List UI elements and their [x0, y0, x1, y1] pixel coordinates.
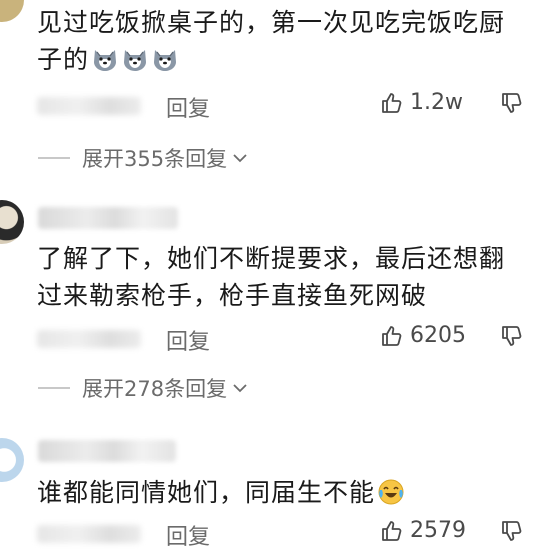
dislike-button[interactable] [500, 91, 524, 119]
chevron-down-icon [231, 149, 249, 167]
comment-actions: 回复 2579 [0, 517, 554, 551]
thumbs-up-icon [380, 324, 404, 348]
comment-meta-blurred [37, 525, 141, 543]
expand-replies-label: 展开355条回复 [82, 147, 228, 171]
like-button[interactable]: 1.2w [380, 90, 463, 115]
avatar[interactable] [0, 438, 24, 482]
avatar[interactable] [0, 200, 24, 244]
comment-text: 见过吃饭掀桌子的，第一次见吃完饭吃厨 子的 [37, 4, 537, 78]
dog-emoji-icon [91, 45, 119, 73]
thumbs-up-icon [380, 91, 404, 115]
expand-replies-label: 展开278条回复 [82, 377, 228, 401]
reply-button[interactable]: 回复 [166, 519, 210, 551]
reply-button[interactable]: 回复 [166, 91, 210, 123]
thumbs-up-icon [380, 519, 404, 543]
comment-actions: 回复 6205 [0, 322, 554, 356]
reply-button[interactable]: 回复 [166, 324, 210, 356]
comment-text-line1: 见过吃饭掀桌子的，第一次见吃完饭吃厨 [37, 8, 506, 37]
comment-text-line1: 谁都能同情她们，同届生不能 [37, 478, 376, 507]
username-blurred[interactable] [38, 207, 178, 229]
dog-emoji-icon [151, 45, 179, 73]
username-blurred[interactable] [38, 440, 176, 462]
thumbs-down-icon [500, 519, 524, 543]
like-button[interactable]: 6205 [380, 323, 466, 348]
chevron-down-icon [231, 379, 249, 397]
comment-text: 了解了下，她们不断提要求，最后还想翻 过来勒索枪手，枪手直接鱼死网破 [37, 240, 537, 314]
divider [38, 387, 70, 389]
thumbs-down-icon [500, 91, 524, 115]
comment-meta-blurred [37, 97, 141, 115]
dog-emoji-icon [121, 45, 149, 73]
expand-replies-button[interactable]: 展开278条回复 [38, 373, 249, 403]
avatar[interactable] [0, 0, 24, 22]
like-count: 1.2w [410, 90, 463, 115]
dislike-button[interactable] [500, 519, 524, 547]
crying-laughing-emoji-icon [377, 478, 405, 506]
comment-actions: 回复 1.2w [0, 89, 554, 123]
thumbs-down-icon [500, 324, 524, 348]
like-count: 2579 [410, 518, 466, 543]
like-button[interactable]: 2579 [380, 518, 466, 543]
comment-text-line1: 了解了下，她们不断提要求，最后还想翻 [37, 244, 506, 273]
expand-replies-button[interactable]: 展开355条回复 [38, 143, 249, 173]
comment-text-line2: 子的 [37, 45, 90, 74]
comment-text: 谁都能同情她们，同届生不能 [37, 474, 537, 511]
dislike-button[interactable] [500, 324, 524, 352]
divider [38, 157, 70, 159]
comment-text-line2: 过来勒索枪手，枪手直接鱼死网破 [37, 281, 428, 310]
like-count: 6205 [410, 323, 466, 348]
comment-meta-blurred [37, 330, 141, 348]
